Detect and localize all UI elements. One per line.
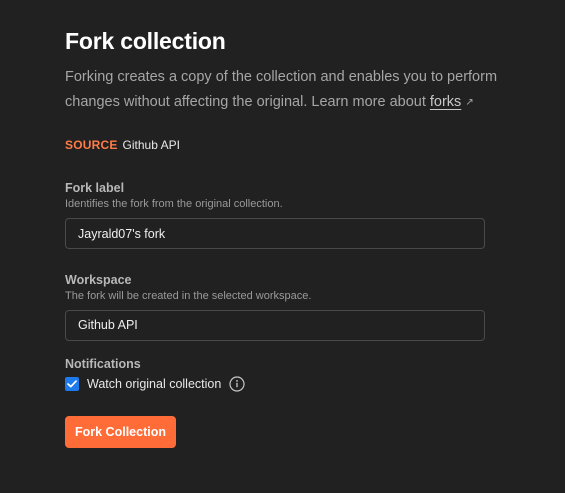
forks-learn-more-link[interactable]: forks	[430, 94, 461, 110]
workspace-help: The fork will be created in the selected…	[65, 290, 312, 302]
source-collection-name: Github API	[122, 138, 180, 152]
checkmark-icon	[67, 380, 77, 388]
watch-collection-row: Watch original collection	[65, 376, 245, 392]
page-description: Forking creates a copy of the collection…	[65, 65, 505, 115]
watch-collection-checkbox[interactable]	[65, 377, 79, 391]
external-link-icon: ↗	[465, 97, 474, 108]
fork-label-input[interactable]	[65, 218, 485, 249]
notifications-label: Notifications	[65, 357, 141, 371]
fork-form: Fork collection Forking creates a copy o…	[65, 24, 505, 448]
fork-label-label: Fork label	[65, 181, 125, 195]
page-title: Fork collection	[65, 28, 226, 54]
workspace-field: Workspace The fork will be created in th…	[65, 272, 485, 341]
fork-collection-page: Fork collection Forking creates a copy o…	[0, 0, 565, 493]
fork-label-field: Fork label Identifies the fork from the …	[65, 180, 485, 249]
source-info: SOURCE Github API	[65, 137, 180, 153]
workspace-select[interactable]: Github API	[65, 310, 485, 341]
info-icon[interactable]	[229, 376, 245, 392]
fork-label-help: Identifies the fork from the original co…	[65, 198, 283, 210]
watch-collection-label: Watch original collection	[87, 377, 222, 391]
fork-collection-button[interactable]: Fork Collection	[65, 416, 176, 448]
source-tag: SOURCE	[65, 138, 118, 152]
workspace-label: Workspace	[65, 273, 132, 287]
